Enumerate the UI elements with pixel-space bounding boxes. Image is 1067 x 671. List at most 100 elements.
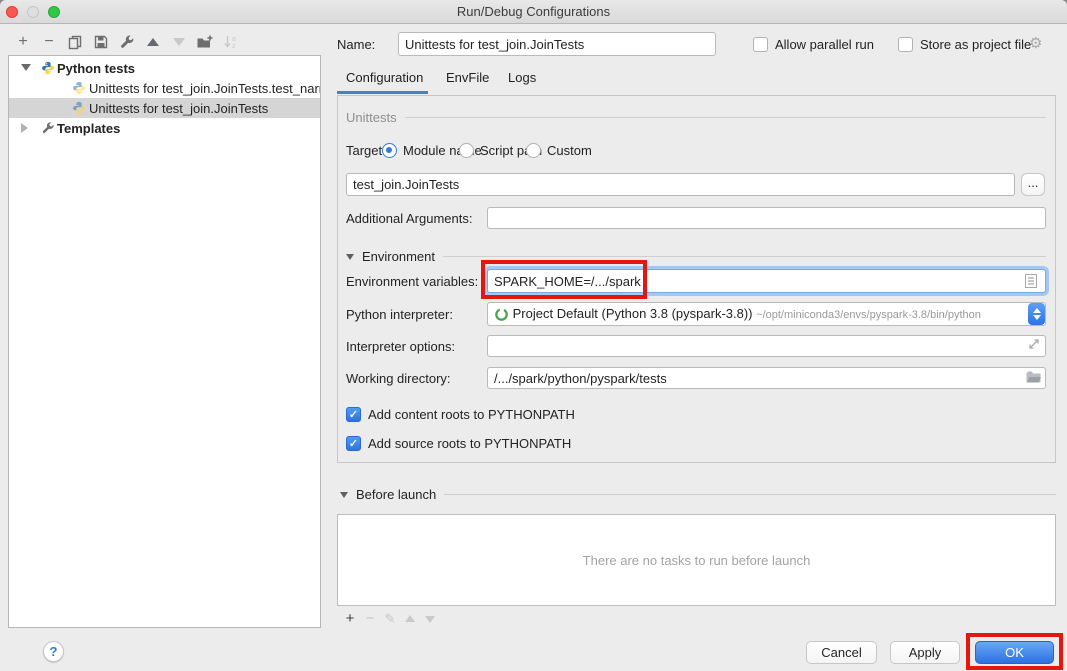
chevron-down-icon [1033, 315, 1041, 320]
check-icon: ✓ [349, 409, 358, 421]
up-arrow-icon [147, 38, 159, 46]
down-arrow-icon [173, 38, 185, 46]
plus-icon: + [18, 34, 27, 50]
create-folder-button[interactable] [196, 33, 214, 51]
move-task-down-button [422, 611, 438, 627]
move-up-button[interactable] [144, 33, 162, 51]
active-tab-underline [337, 91, 428, 94]
working-directory-label: Working directory: [346, 371, 451, 387]
environment-group-header[interactable]: Environment [346, 249, 1046, 264]
python-interpreter-combo[interactable]: Project Default (Python 3.8 (pyspark-3.8… [487, 302, 1046, 326]
add-source-roots-label: Add source roots to PYTHONPATH [368, 436, 571, 452]
expanded-triangle-icon[interactable] [21, 64, 31, 71]
svg-text:a: a [232, 36, 236, 43]
store-as-project-file-checkbox[interactable] [898, 37, 913, 52]
move-down-button[interactable] [170, 33, 188, 51]
combo-spinner-button[interactable] [1028, 303, 1045, 325]
tree-item-unittests-test-narrow[interactable]: Unittests for test_join.JoinTests.test_n… [9, 78, 320, 98]
target-module-input[interactable] [346, 173, 1015, 196]
allow-parallel-run-checkbox[interactable] [753, 37, 768, 52]
python-interpreter-label: Python interpreter: [346, 307, 453, 323]
edit-variables-icon[interactable] [1024, 273, 1039, 289]
edit-templates-button[interactable] [118, 33, 136, 51]
allow-parallel-run-label: Allow parallel run [775, 37, 874, 53]
save-icon [93, 34, 109, 50]
remove-task-button: − [362, 611, 378, 627]
collapse-triangle-icon[interactable] [340, 492, 348, 498]
name-label: Name: [337, 37, 375, 53]
tree-item-label: Unittests for test_join.JoinTests [89, 101, 268, 116]
interpreter-options-input[interactable] [487, 335, 1046, 357]
edit-task-button: ✎ [382, 611, 398, 627]
additional-arguments-input[interactable] [487, 207, 1046, 229]
python-test-icon [72, 101, 86, 115]
down-arrow-icon [425, 616, 435, 623]
sort-configurations-button: az [222, 33, 240, 51]
tab-configuration[interactable]: Configuration [346, 70, 423, 85]
radio-script-path[interactable] [459, 143, 474, 158]
before-launch-group-header[interactable]: Before launch [340, 487, 1056, 502]
name-input[interactable] [398, 32, 716, 56]
tree-item-unittests-jointests-selected[interactable]: Unittests for test_join.JoinTests [9, 98, 320, 118]
tab-envfile[interactable]: EnvFile [446, 70, 489, 85]
interpreter-options-label: Interpreter options: [346, 339, 455, 355]
python-interpreter-value: Project Default (Python 3.8 (pyspark-3.8… [513, 306, 753, 321]
before-launch-group-title: Before launch [356, 487, 436, 502]
tree-item-label: Templates [57, 121, 120, 136]
add-task-button[interactable]: + [342, 611, 358, 627]
wrench-icon [119, 34, 135, 50]
add-content-roots-checkbox[interactable]: ✓ [346, 407, 361, 422]
before-launch-empty-text: There are no tasks to run before launch [583, 553, 811, 568]
unittests-group-header: Unittests [346, 110, 1046, 125]
radio-module-name[interactable] [382, 143, 397, 158]
python-icon [41, 61, 55, 75]
environment-variables-label: Environment variables: [346, 274, 478, 290]
sort-az-icon: az [223, 34, 239, 50]
help-button[interactable]: ? [43, 641, 64, 662]
ok-button[interactable]: OK [975, 641, 1054, 664]
configurations-tree: Python tests Unittests for test_join.Joi… [8, 55, 321, 628]
environment-group-title: Environment [362, 249, 435, 264]
radio-custom-label: Custom [547, 143, 592, 159]
tree-item-templates[interactable]: Templates [9, 118, 320, 138]
working-directory-input[interactable] [487, 367, 1046, 389]
browse-module-button[interactable]: ... [1021, 173, 1045, 196]
tree-item-python-tests[interactable]: Python tests [9, 58, 320, 78]
minus-icon: − [44, 34, 53, 50]
svg-text:z: z [232, 43, 236, 50]
cancel-button[interactable]: Cancel [806, 641, 877, 664]
browse-folder-icon[interactable] [1025, 370, 1042, 385]
collapsed-triangle-icon[interactable] [21, 123, 28, 133]
conda-environment-icon [494, 307, 509, 322]
group-divider [405, 117, 1046, 118]
title-bar: Run/Debug Configurations [0, 0, 1067, 24]
radio-custom[interactable] [526, 143, 541, 158]
tree-item-label: Python tests [57, 61, 135, 76]
copy-icon [67, 34, 83, 50]
window-title: Run/Debug Configurations [0, 4, 1067, 19]
additional-arguments-label: Additional Arguments: [346, 211, 472, 227]
remove-configuration-button[interactable]: − [40, 33, 58, 51]
group-divider [443, 256, 1046, 257]
add-source-roots-checkbox[interactable]: ✓ [346, 436, 361, 451]
apply-button[interactable]: Apply [890, 641, 960, 664]
before-launch-task-list: There are no tasks to run before launch [337, 514, 1056, 606]
gear-icon[interactable]: ⚙ [1029, 34, 1042, 52]
save-configuration-button[interactable] [92, 33, 110, 51]
tab-logs[interactable]: Logs [508, 70, 536, 85]
move-task-up-button [402, 611, 418, 627]
expand-field-icon[interactable] [1027, 337, 1041, 351]
copy-configuration-button[interactable] [66, 33, 84, 51]
environment-variables-input[interactable] [487, 269, 1046, 293]
add-content-roots-label: Add content roots to PYTHONPATH [368, 407, 575, 423]
add-configuration-button[interactable]: + [14, 33, 32, 51]
wrench-icon [41, 121, 55, 135]
python-interpreter-path: ~/opt/miniconda3/envs/pyspark-3.8/bin/py… [756, 309, 981, 321]
group-divider [444, 494, 1056, 495]
check-icon: ✓ [349, 438, 358, 450]
collapse-triangle-icon[interactable] [346, 254, 354, 260]
chevron-up-icon [1033, 308, 1041, 313]
folder-plus-icon [196, 34, 214, 50]
tree-item-label: Unittests for test_join.JoinTests.test_n… [89, 81, 320, 96]
unittests-group-title: Unittests [346, 110, 397, 125]
